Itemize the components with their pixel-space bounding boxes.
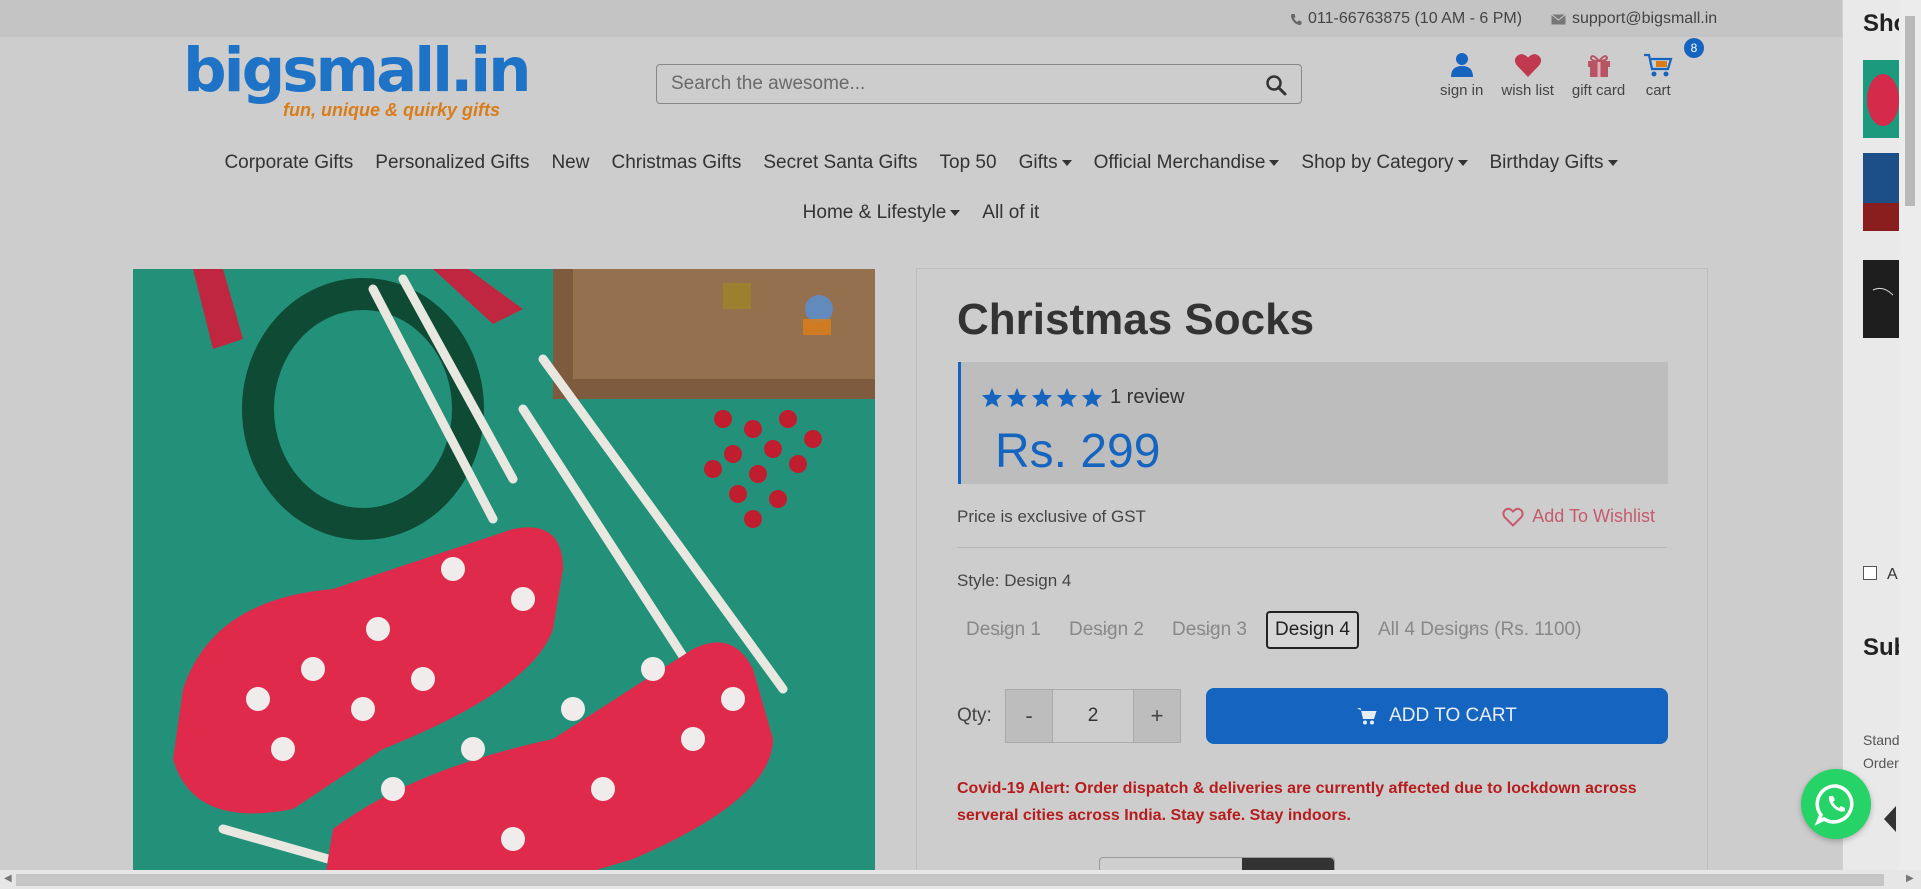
nav-row-1: Corporate Gifts Personalized Gifts New C… [0,138,1842,188]
heart-icon [1514,54,1541,77]
horizontal-scroll-thumb[interactable] [16,874,1884,886]
nav-christmas-gifts[interactable]: Christmas Gifts [611,152,741,174]
scroll-left-arrow-icon[interactable]: ◀ [4,873,12,884]
email-contact[interactable]: support@bigsmall.in [1551,10,1717,28]
cart-icon [1644,53,1673,77]
style-label: Style: Design 4 [957,571,1072,590]
page: 011-66763875 (10 AM - 6 PM) support@bigs… [0,0,1842,889]
design-option-3[interactable]: Design 3 [1163,611,1256,649]
gift-card-link[interactable]: gift card [1572,52,1625,99]
nav-all-of-it[interactable]: All of it [982,202,1039,224]
top-bar: 011-66763875 (10 AM - 6 PM) support@bigs… [0,0,1842,37]
phone-contact[interactable]: 011-66763875 (10 AM - 6 PM) [1290,10,1522,28]
product-title: Christmas Socks [957,295,1315,344]
side-thumbnail-2[interactable] [1863,153,1903,231]
main-nav: Corporate Gifts Personalized Gifts New C… [0,138,1842,238]
nav-corporate-gifts[interactable]: Corporate Gifts [224,152,353,174]
design-option-all-4[interactable]: All 4 Designs (Rs. 1100) [1369,611,1590,649]
phone-text: 011-66763875 (10 AM - 6 PM) [1308,10,1523,27]
star-icon [1031,387,1053,408]
wishlist-label: Add To Wishlist [1532,506,1655,526]
caret-down-icon [1061,159,1072,166]
cart-label: cart [1645,82,1671,99]
whatsapp-icon [1814,784,1854,826]
cart-link[interactable]: cart [1643,52,1673,99]
caret-down-icon [1607,159,1618,166]
quantity-stepper: - 2 + [1005,689,1181,743]
qty-increment-button[interactable]: + [1134,690,1180,742]
side-checkbox-label: A [1887,566,1898,583]
add-to-cart-label: ADD TO CART [1389,705,1517,726]
nav-birthday-gifts[interactable]: Birthday Gifts [1490,152,1618,174]
nav-row-2: Home & Lifestyle All of it [0,188,1842,238]
nav-new[interactable]: New [551,152,589,174]
logo-wordmark: bigsmall.in [183,35,532,106]
product-info-panel: Christmas Socks 1 review Rs. 299 Price i… [916,268,1708,889]
panel-collapse-arrow-icon[interactable] [1884,806,1896,832]
site-logo[interactable]: bigsmall.in fun, unique & quirky gifts [183,35,532,124]
add-to-wishlist-button[interactable]: Add To Wishlist [1502,506,1655,527]
caret-down-icon [1269,159,1280,166]
email-text: support@bigsmall.in [1572,10,1718,27]
scroll-right-arrow-icon[interactable]: ▶ [1906,873,1914,884]
vertical-scroll-thumb[interactable] [1905,16,1915,206]
qty-decrement-button[interactable]: - [1006,690,1052,742]
star-icon [981,387,1003,408]
heart-outline-icon [1502,507,1524,527]
search-input[interactable] [671,71,1241,97]
logo-tagline: fun, unique & quirky gifts [283,100,500,120]
cart-icon [1357,708,1377,725]
design-options: Design 1 Design 2 Design 3 Design 4 All … [957,611,1590,649]
horizontal-scrollbar[interactable]: ◀ ▶ [0,870,1921,889]
design-option-2[interactable]: Design 2 [1060,611,1153,649]
nav-gifts[interactable]: Gifts [1019,152,1072,174]
christmas-socks-photo [133,269,875,889]
side-text-2: Order [1863,755,1899,771]
search-icon[interactable] [1265,74,1287,96]
side-thumbnail-1[interactable] [1863,60,1903,138]
nav-shop-by-category[interactable]: Shop by Category [1301,152,1468,174]
nav-personalized-gifts[interactable]: Personalized Gifts [375,152,529,174]
gift-card-label: gift card [1571,82,1626,99]
cart-count-badge: 8 [1684,38,1704,58]
vertical-scrollbar[interactable] [1899,0,1921,870]
side-thumbnail-3[interactable] [1863,260,1903,338]
caret-down-icon [950,209,961,216]
user-icon [1450,53,1473,77]
whatsapp-button[interactable] [1801,769,1871,839]
side-text-1: Stand [1863,732,1900,748]
star-icon [1006,387,1028,408]
gift-icon [1587,55,1610,77]
covid-alert: Covid-19 Alert: Order dispatch & deliver… [957,780,1637,824]
nav-secret-santa-gifts[interactable]: Secret Santa Gifts [763,152,917,174]
wish-list-label: wish list [1501,82,1554,99]
add-to-cart-button[interactable]: ADD TO CART [1206,688,1668,744]
product-image[interactable] [133,269,875,889]
qty-label: Qty: [957,705,992,726]
divider [957,547,1667,548]
user-icons: sign in wish list gift card cart [1440,52,1691,99]
sign-in-label: sign in [1440,82,1484,99]
price-box: 1 review Rs. 299 [958,362,1668,484]
sign-in-link[interactable]: sign in [1440,52,1483,99]
caret-down-icon [1457,159,1468,166]
nav-top-50[interactable]: Top 50 [940,152,997,174]
design-option-4[interactable]: Design 4 [1266,611,1359,649]
design-option-1[interactable]: Design 1 [957,611,1050,649]
side-checkbox[interactable] [1863,566,1877,580]
qty-input[interactable]: 2 [1052,690,1134,742]
gst-note: Price is exclusive of GST [957,507,1146,526]
wish-list-link[interactable]: wish list [1501,52,1554,99]
search-bar [656,64,1302,104]
nav-official-merchandise[interactable]: Official Merchandise [1094,152,1280,174]
star-icon [1056,387,1078,408]
product-price: Rs. 299 [995,425,1161,478]
rating-stars[interactable]: 1 review [981,386,1184,409]
nav-home-lifestyle[interactable]: Home & Lifestyle [803,202,961,224]
phone-icon [1291,13,1302,25]
envelope-icon [1551,13,1566,24]
review-count[interactable]: 1 review [1110,386,1184,409]
star-icon [1081,387,1103,408]
